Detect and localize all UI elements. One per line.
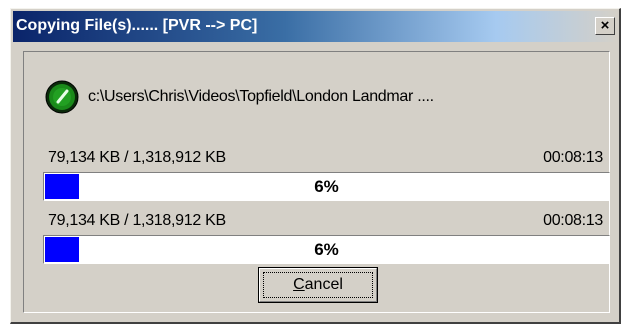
close-icon: × [600,17,610,34]
close-button[interactable]: × [595,17,615,35]
copy-dialog-window: Copying File(s)...... [PVR --> PC] × c:\… [10,8,621,324]
file-progress-bar: 6% [43,172,610,201]
title-bar[interactable]: Copying File(s)...... [PVR --> PC] × [13,11,617,42]
file-time-remaining: 00:08:13 [543,149,603,166]
total-progress-bar: 6% [43,235,610,264]
green-disc-icon [45,80,79,114]
file-progress-percent: 6% [314,177,339,196]
cancel-button[interactable]: Cancel [258,267,378,303]
file-size-progress-text: 79,134 KB / 1,318,912 KB [48,149,226,166]
cancel-button-label: Cancel [293,276,343,293]
total-progress-percent: 6% [314,240,339,259]
total-size-progress-text: 79,134 KB / 1,318,912 KB [48,212,226,229]
file-path-label: c:\Users\Chris\Videos\Topfield\London La… [88,88,434,105]
total-time-remaining: 00:08:13 [543,212,603,229]
window-title: Copying File(s)...... [PVR --> PC] [16,17,258,34]
content-panel: c:\Users\Chris\Videos\Topfield\London La… [23,51,610,313]
